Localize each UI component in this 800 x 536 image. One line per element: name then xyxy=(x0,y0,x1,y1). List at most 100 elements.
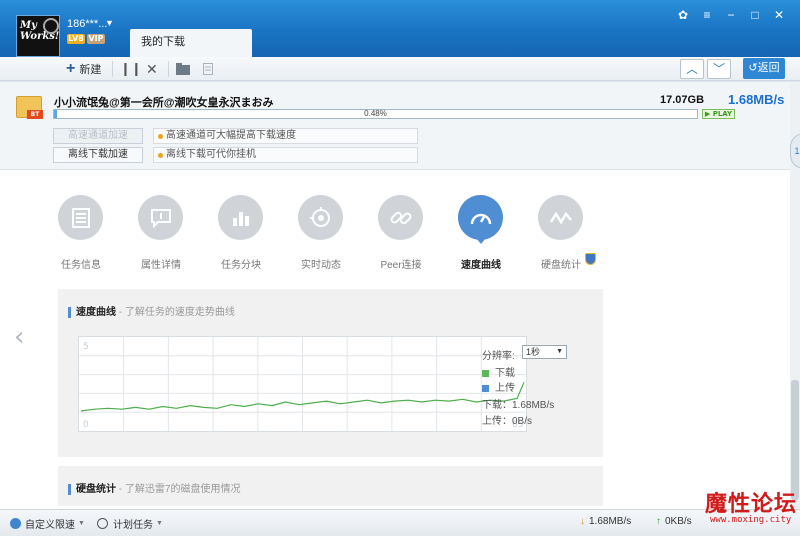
highspeed-tip-text: 高速通道可大幅提高下载速度 xyxy=(166,130,296,141)
download-arrow-icon: ↓ xyxy=(580,516,585,527)
download-speed-readout: 下载：1.68MB/s xyxy=(482,400,555,411)
move-down-button[interactable]: ﹀ xyxy=(707,59,731,79)
up-speed-value: 0KB/s xyxy=(665,516,692,527)
watermark-logo: 魔性论坛 xyxy=(705,491,798,517)
legend-upload: 上传 xyxy=(482,379,515,394)
schedule-button[interactable]: 计划任务 ▼ xyxy=(97,516,163,531)
task-progress-bar: 0.48% xyxy=(53,109,698,119)
vip-badge: VIP xyxy=(87,34,105,44)
back-arrow-icon: ↺ xyxy=(748,62,758,74)
bar-blocks-icon xyxy=(218,195,263,240)
progress-percent: 0.48% xyxy=(364,109,387,118)
delete-button[interactable]: ✕ xyxy=(146,59,158,79)
upload-arrow-icon: ↑ xyxy=(656,516,661,527)
pause-icon: ❙❙ xyxy=(120,61,142,76)
schedule-label: 计划任务 xyxy=(113,520,153,531)
panel-title: 速度曲线 - 了解任务的速度走势曲线 xyxy=(68,303,235,318)
tab-task-info[interactable]: 任务信息 xyxy=(55,195,125,275)
disk-panel-subtitle: - 了解迅雷7的磁盘使用情况 xyxy=(116,484,241,495)
menu-icon[interactable]: ≡ xyxy=(698,6,716,24)
panel-title: 硬盘统计 - 了解迅雷7的磁盘使用情况 xyxy=(68,480,240,495)
tab-label: 速度曲线 xyxy=(461,260,501,271)
highspeed-accel-button[interactable]: 高速通道加速 xyxy=(53,128,143,144)
legend-download: 下载 xyxy=(482,364,515,379)
highspeed-tip: 高速通道可大幅提高下载速度 xyxy=(153,128,418,144)
tab-task-blocks[interactable]: 任务分块 xyxy=(215,195,285,275)
upload-swatch xyxy=(482,384,489,392)
offline-tip-text: 离线下载可代你挂机 xyxy=(166,149,256,160)
toolbar-divider xyxy=(168,61,169,77)
chevron-up-icon: ︿ xyxy=(685,62,698,76)
task-row[interactable]: BT 小小流氓兔@第一会所@潮吹女皇永沢まおみ 17.07GB 1.68MB/s… xyxy=(0,82,790,170)
speed-panel-subtitle: - 了解任务的速度走势曲线 xyxy=(116,307,235,318)
play-button[interactable]: ▶ PLAY xyxy=(702,109,735,119)
plus-icon: + xyxy=(66,60,76,77)
tab-attribute-details[interactable]: 属性详情 xyxy=(135,195,205,275)
toolbar-divider xyxy=(112,61,113,77)
target-icon xyxy=(298,195,343,240)
speed-curve-panel: 速度曲线 - 了解任务的速度走势曲线 5 0 65 xyxy=(58,289,603,457)
folder-icon xyxy=(176,63,190,75)
task-name: 小小流氓兔@第一会所@潮吹女皇永沢まおみ xyxy=(54,97,274,109)
offline-accel-button[interactable]: 离线下载加速 xyxy=(53,147,143,163)
upload-speed-status: ↑ 0KB/s xyxy=(656,516,692,527)
user-menu-chevron-icon[interactable]: ▼ xyxy=(105,18,114,28)
tab-label: 属性详情 xyxy=(141,260,181,271)
upload-speed-readout: 上传：0B/s xyxy=(482,416,533,427)
minimize-icon[interactable]: − xyxy=(722,6,740,24)
user-name[interactable]: 186***... xyxy=(67,18,107,30)
new-task-button[interactable]: + 新建 xyxy=(66,59,101,79)
back-button[interactable]: ↺返回 xyxy=(743,58,785,79)
tab-label: 任务分块 xyxy=(221,260,261,271)
move-up-button[interactable]: ︿ xyxy=(680,59,704,79)
tab-my-downloads[interactable]: 我的下载 xyxy=(130,29,252,57)
tip-dot-icon xyxy=(158,153,163,158)
watermark-url: www.moxing.city xyxy=(710,515,792,525)
maximize-icon[interactable]: □ xyxy=(746,6,764,24)
avatar-ring-icon xyxy=(43,18,59,34)
chevron-down-icon: ﹀ xyxy=(712,62,725,76)
speedometer-icon xyxy=(458,195,503,240)
pause-button[interactable]: ❙❙ xyxy=(120,59,142,79)
y-axis-zero-label: 0 xyxy=(83,420,89,430)
disk-stats-panel: 硬盘统计 - 了解迅雷7的磁盘使用情况 xyxy=(58,466,603,506)
clock-icon xyxy=(97,518,108,529)
y-axis-max-label: 5 xyxy=(83,342,89,352)
properties-button[interactable] xyxy=(203,59,213,79)
tab-label: 任务信息 xyxy=(61,260,101,271)
scrollbar-thumb[interactable] xyxy=(791,380,799,500)
resolution-value: 1秒 xyxy=(526,347,541,357)
tip-dot-icon xyxy=(158,134,163,139)
close-icon[interactable]: ✕ xyxy=(770,6,788,24)
title-accent-bar xyxy=(68,483,71,495)
active-tab-pointer xyxy=(476,238,486,244)
tab-realtime[interactable]: 实时动态 xyxy=(295,195,365,275)
tab-speed-curve[interactable]: 速度曲线 xyxy=(455,195,525,275)
back-label: 返回 xyxy=(757,62,780,74)
toolbar: + 新建 ❙❙ ✕ ︿ ﹀ ↺返回 xyxy=(0,57,800,81)
speed-chart-svg: 50 65 xyxy=(79,337,526,431)
dropdown-arrow-icon: ▼ xyxy=(556,348,563,355)
shield-icon xyxy=(585,253,596,265)
skin-icon[interactable]: ✿ xyxy=(674,6,692,24)
new-task-label: 新建 xyxy=(79,64,102,76)
chevron-left-icon[interactable]: ‹ xyxy=(14,322,24,352)
avatar[interactable]: My Works! xyxy=(16,15,60,57)
detail-tabs: 任务信息 属性详情 任务分块 实时动态 Peer连接 速度曲线 硬盘统计 xyxy=(55,195,615,275)
resolution-select[interactable]: 1秒 ▼ xyxy=(522,345,567,359)
info-list-icon xyxy=(58,195,103,240)
offline-tip: 离线下载可代你挂机 xyxy=(153,147,418,163)
chat-detail-icon xyxy=(138,195,183,240)
legend-upload-label: 上传 xyxy=(495,383,515,394)
speed-limit-label: 自定义限速 xyxy=(25,520,75,531)
speed-chart: 5 0 65 xyxy=(78,336,527,432)
title-bar: My Works! 186***... ▼ LV8 VIP 我的下载 ✿ ≡ − … xyxy=(0,0,800,57)
open-folder-button[interactable] xyxy=(176,59,190,79)
status-bar: 自定义限速 ▼ 计划任务 ▼ ↓ 1.68MB/s ↑ 0KB/s xyxy=(0,509,800,536)
tab-peer[interactable]: Peer连接 xyxy=(375,195,445,275)
disk-panel-title: 硬盘统计 xyxy=(76,484,116,495)
speed-limit-button[interactable]: 自定义限速 ▼ xyxy=(10,516,85,531)
bt-badge: BT xyxy=(27,110,43,119)
wave-icon xyxy=(538,195,583,240)
delete-x-icon: ✕ xyxy=(146,60,158,77)
